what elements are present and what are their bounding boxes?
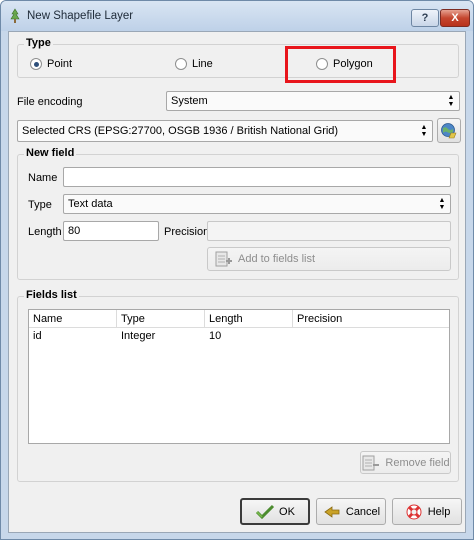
updown-arrow-icon: ▲ ▼ (420, 124, 428, 138)
length-input[interactable]: 80 (63, 221, 159, 241)
precision-input[interactable] (207, 221, 451, 241)
ok-button[interactable]: OK (240, 498, 310, 525)
crs-value: Selected CRS (EPSG:27700, OSGB 1936 / Br… (22, 125, 339, 137)
radio-line[interactable]: Line (175, 57, 213, 71)
file-encoding-value: System (171, 95, 208, 107)
type-group-title: Type (24, 37, 53, 49)
cell-name: id (33, 330, 42, 342)
cancel-label: Cancel (345, 505, 381, 518)
globe-crs-icon (441, 122, 457, 138)
dialog-window: New Shapefile Layer ? X Type Point Line … (0, 0, 474, 540)
title-help-button[interactable]: ? (411, 9, 439, 27)
updown-arrow-icon: ▲ ▼ (438, 197, 446, 211)
radio-point[interactable]: Point (30, 57, 72, 71)
crs-select[interactable]: Selected CRS (EPSG:27700, OSGB 1936 / Br… (17, 120, 433, 142)
title-close-button[interactable]: X (440, 9, 470, 27)
fields-table[interactable]: Name Type Length Precision id Integer 10 (28, 309, 450, 444)
crs-select-button[interactable] (437, 118, 461, 143)
column-header-precision[interactable]: Precision (293, 310, 449, 328)
help-icon: ? (421, 12, 429, 24)
file-encoding-select[interactable]: System ▲ ▼ (166, 91, 460, 111)
fields-list-groupbox: Fields list Name Type Length Precision i… (17, 289, 459, 482)
field-type-value: Text data (68, 198, 113, 210)
remove-field-label: Remove field (385, 456, 450, 469)
remove-field-icon (362, 455, 380, 470)
updown-arrow-icon: ▲ ▼ (447, 94, 455, 108)
qgis-app-icon (10, 8, 20, 23)
radio-line-label: Line (192, 58, 213, 70)
help-label: Help (427, 505, 451, 518)
highlight-annotation (285, 46, 396, 83)
column-header-name[interactable]: Name (29, 310, 117, 328)
cancel-button[interactable]: Cancel (316, 498, 386, 525)
add-to-fields-list-label: Add to fields list (238, 253, 316, 265)
length-label: Length (28, 226, 62, 238)
radio-point-label: Point (47, 58, 73, 70)
radio-point-indicator[interactable] (30, 58, 42, 70)
add-to-fields-list-button[interactable]: Add to fields list (207, 247, 451, 271)
lifebuoy-help-icon (406, 504, 422, 519)
fields-list-title: Fields list (24, 289, 79, 301)
column-header-type[interactable]: Type (117, 310, 205, 328)
cell-precision (293, 328, 449, 344)
cell-type: Integer (121, 330, 156, 342)
file-encoding-label: File encoding (17, 96, 83, 108)
title-bar[interactable]: New Shapefile Layer ? X (1, 1, 473, 31)
dialog-body: Type Point Line Polygon File encoding Sy… (8, 31, 466, 533)
precision-label: Precision (164, 226, 210, 238)
cancel-icon (324, 505, 340, 518)
column-header-length[interactable]: Length (205, 310, 293, 328)
window-title: New Shapefile Layer (27, 10, 134, 22)
radio-line-indicator[interactable] (175, 58, 187, 70)
new-field-title: New field (24, 147, 77, 159)
field-type-select[interactable]: Text data ▲ ▼ (63, 194, 451, 214)
name-input[interactable] (63, 167, 451, 187)
ok-label: OK (279, 505, 295, 518)
cell-length: 10 (209, 330, 222, 342)
new-field-groupbox: New field Name Type Text data ▲ ▼ Length … (17, 147, 459, 280)
close-icon: X (451, 12, 459, 24)
add-field-icon (215, 251, 232, 267)
name-label: Name (28, 172, 58, 184)
checkmark-icon (255, 504, 275, 519)
type-label: Type (28, 199, 52, 211)
remove-field-button[interactable]: Remove field (360, 451, 451, 474)
help-button[interactable]: Help (392, 498, 462, 525)
